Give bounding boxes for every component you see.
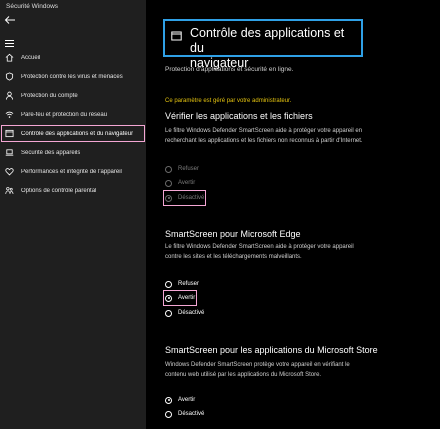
app-title: Sécurité Windows	[6, 3, 59, 10]
radio-label: Refuser	[178, 281, 200, 287]
sidebar-item-label: Sécurité des appareils	[21, 149, 81, 156]
radio-label: Avertir	[178, 295, 196, 301]
sidebar-item-device-performance[interactable]: Performances et intégrité de l'appareil	[0, 162, 146, 181]
sidebar-item-firewall[interactable]: Pare-feu et protection du réseau	[0, 105, 146, 124]
sidebar-item-label: Options de contrôle parental	[21, 187, 97, 194]
page-subtitle: Protection d'applications et sécurité en…	[165, 66, 294, 73]
radio-check-apps-desactive[interactable]: Désactivé	[162, 190, 207, 206]
page-header: Contrôle des applications et du navigate…	[163, 19, 363, 70]
radio-button[interactable]	[165, 410, 172, 418]
radio-store-desactive[interactable]: Désactivé	[165, 408, 204, 420]
desc-line: Le filtre Windows Defender SmartScreen a…	[165, 128, 363, 134]
radio-button[interactable]	[165, 309, 172, 317]
section-title-check-apps: Vérifier les applications et les fichier…	[165, 111, 313, 121]
sidebar-item-app-browser-control[interactable]: Contrôle des applications et du navigate…	[0, 124, 146, 143]
radio-button[interactable]	[165, 280, 172, 288]
back-arrow-icon[interactable]	[4, 15, 16, 25]
sidebar-item-label: Protection contre les virus et menaces	[21, 73, 123, 80]
page-title-line-1: Contrôle des applications et du	[190, 26, 345, 55]
sidebar-nav: Accueil Protection contre les virus et m…	[0, 48, 146, 200]
radio-edge-refuser[interactable]: Refuser	[165, 278, 199, 290]
sidebar-item-label: Performances et intégrité de l'appareil	[21, 168, 122, 175]
person-icon	[5, 91, 14, 100]
laptop-icon	[5, 149, 14, 156]
sidebar-item-label: Accueil	[21, 54, 41, 61]
sidebar-item-virus-protection[interactable]: Protection contre les virus et menaces	[0, 67, 146, 86]
desc-line: Windows Defender SmartScreen protège vot…	[165, 362, 350, 368]
sidebar-item-account-protection[interactable]: Protection du compte	[0, 86, 146, 105]
browser-icon	[5, 129, 14, 138]
radio-edge-avertir[interactable]: Avertir	[162, 290, 198, 306]
radio-button-selected[interactable]	[165, 294, 172, 302]
page-title: Contrôle des applications et du navigate…	[190, 26, 355, 71]
radio-label: Désactivé	[178, 195, 205, 201]
browser-icon	[171, 31, 182, 41]
radio-edge-desactive[interactable]: Désactivé	[165, 307, 204, 319]
radio-check-apps-refuser[interactable]: Refuser	[165, 163, 199, 175]
desc-line: Le filtre Windows Defender SmartScreen a…	[165, 244, 354, 250]
desc-line: contre les sites et les téléchargements …	[165, 253, 302, 260]
shield-icon	[5, 72, 14, 81]
admin-managed-notice: Ce paramètre est géré par votre administ…	[165, 98, 292, 104]
section-desc-smartscreen-edge: Le filtre Windows Defender SmartScreen a…	[165, 243, 405, 262]
section-desc-smartscreen-store: Windows Defender SmartScreen protège vot…	[165, 361, 405, 380]
radio-label: Désactivé	[178, 310, 205, 316]
sidebar-item-label: Protection du compte	[21, 92, 78, 99]
radio-button[interactable]	[165, 165, 172, 173]
home-icon	[5, 53, 14, 62]
desc-line: contenu web utilisé par les applications…	[165, 371, 322, 378]
radio-label: Avertir	[178, 397, 196, 403]
section-title-smartscreen-edge: SmartScreen pour Microsoft Edge	[165, 229, 301, 239]
radio-label: Refuser	[178, 166, 200, 172]
sidebar: Sécurité Windows Accueil Protection cont…	[0, 0, 146, 429]
radio-button[interactable]	[165, 179, 172, 187]
sidebar-item-device-security[interactable]: Sécurité des appareils	[0, 143, 146, 162]
radio-button-selected[interactable]	[165, 194, 172, 202]
heart-icon	[5, 168, 14, 176]
family-icon	[5, 187, 14, 194]
wifi-icon	[5, 111, 14, 118]
radio-check-apps-avertir[interactable]: Avertir	[165, 177, 195, 189]
sidebar-item-accueil[interactable]: Accueil	[0, 48, 146, 67]
radio-label: Avertir	[178, 180, 196, 186]
section-desc-check-apps: Le filtre Windows Defender SmartScreen a…	[165, 127, 405, 146]
radio-button-selected[interactable]	[165, 396, 172, 404]
main-content: Contrôle des applications et du navigate…	[146, 0, 440, 429]
radio-label: Désactivé	[178, 411, 205, 417]
sidebar-item-family-options[interactable]: Options de contrôle parental	[0, 181, 146, 200]
sidebar-item-label: Contrôle des applications et du navigate…	[21, 130, 134, 137]
hamburger-menu-icon[interactable]	[4, 39, 16, 48]
desc-line: recherchant les applications et les fich…	[165, 137, 363, 144]
radio-store-avertir[interactable]: Avertir	[165, 394, 195, 406]
sidebar-item-label: Pare-feu et protection du réseau	[21, 111, 108, 118]
section-title-smartscreen-store: SmartScreen pour les applications du Mic…	[165, 345, 378, 355]
